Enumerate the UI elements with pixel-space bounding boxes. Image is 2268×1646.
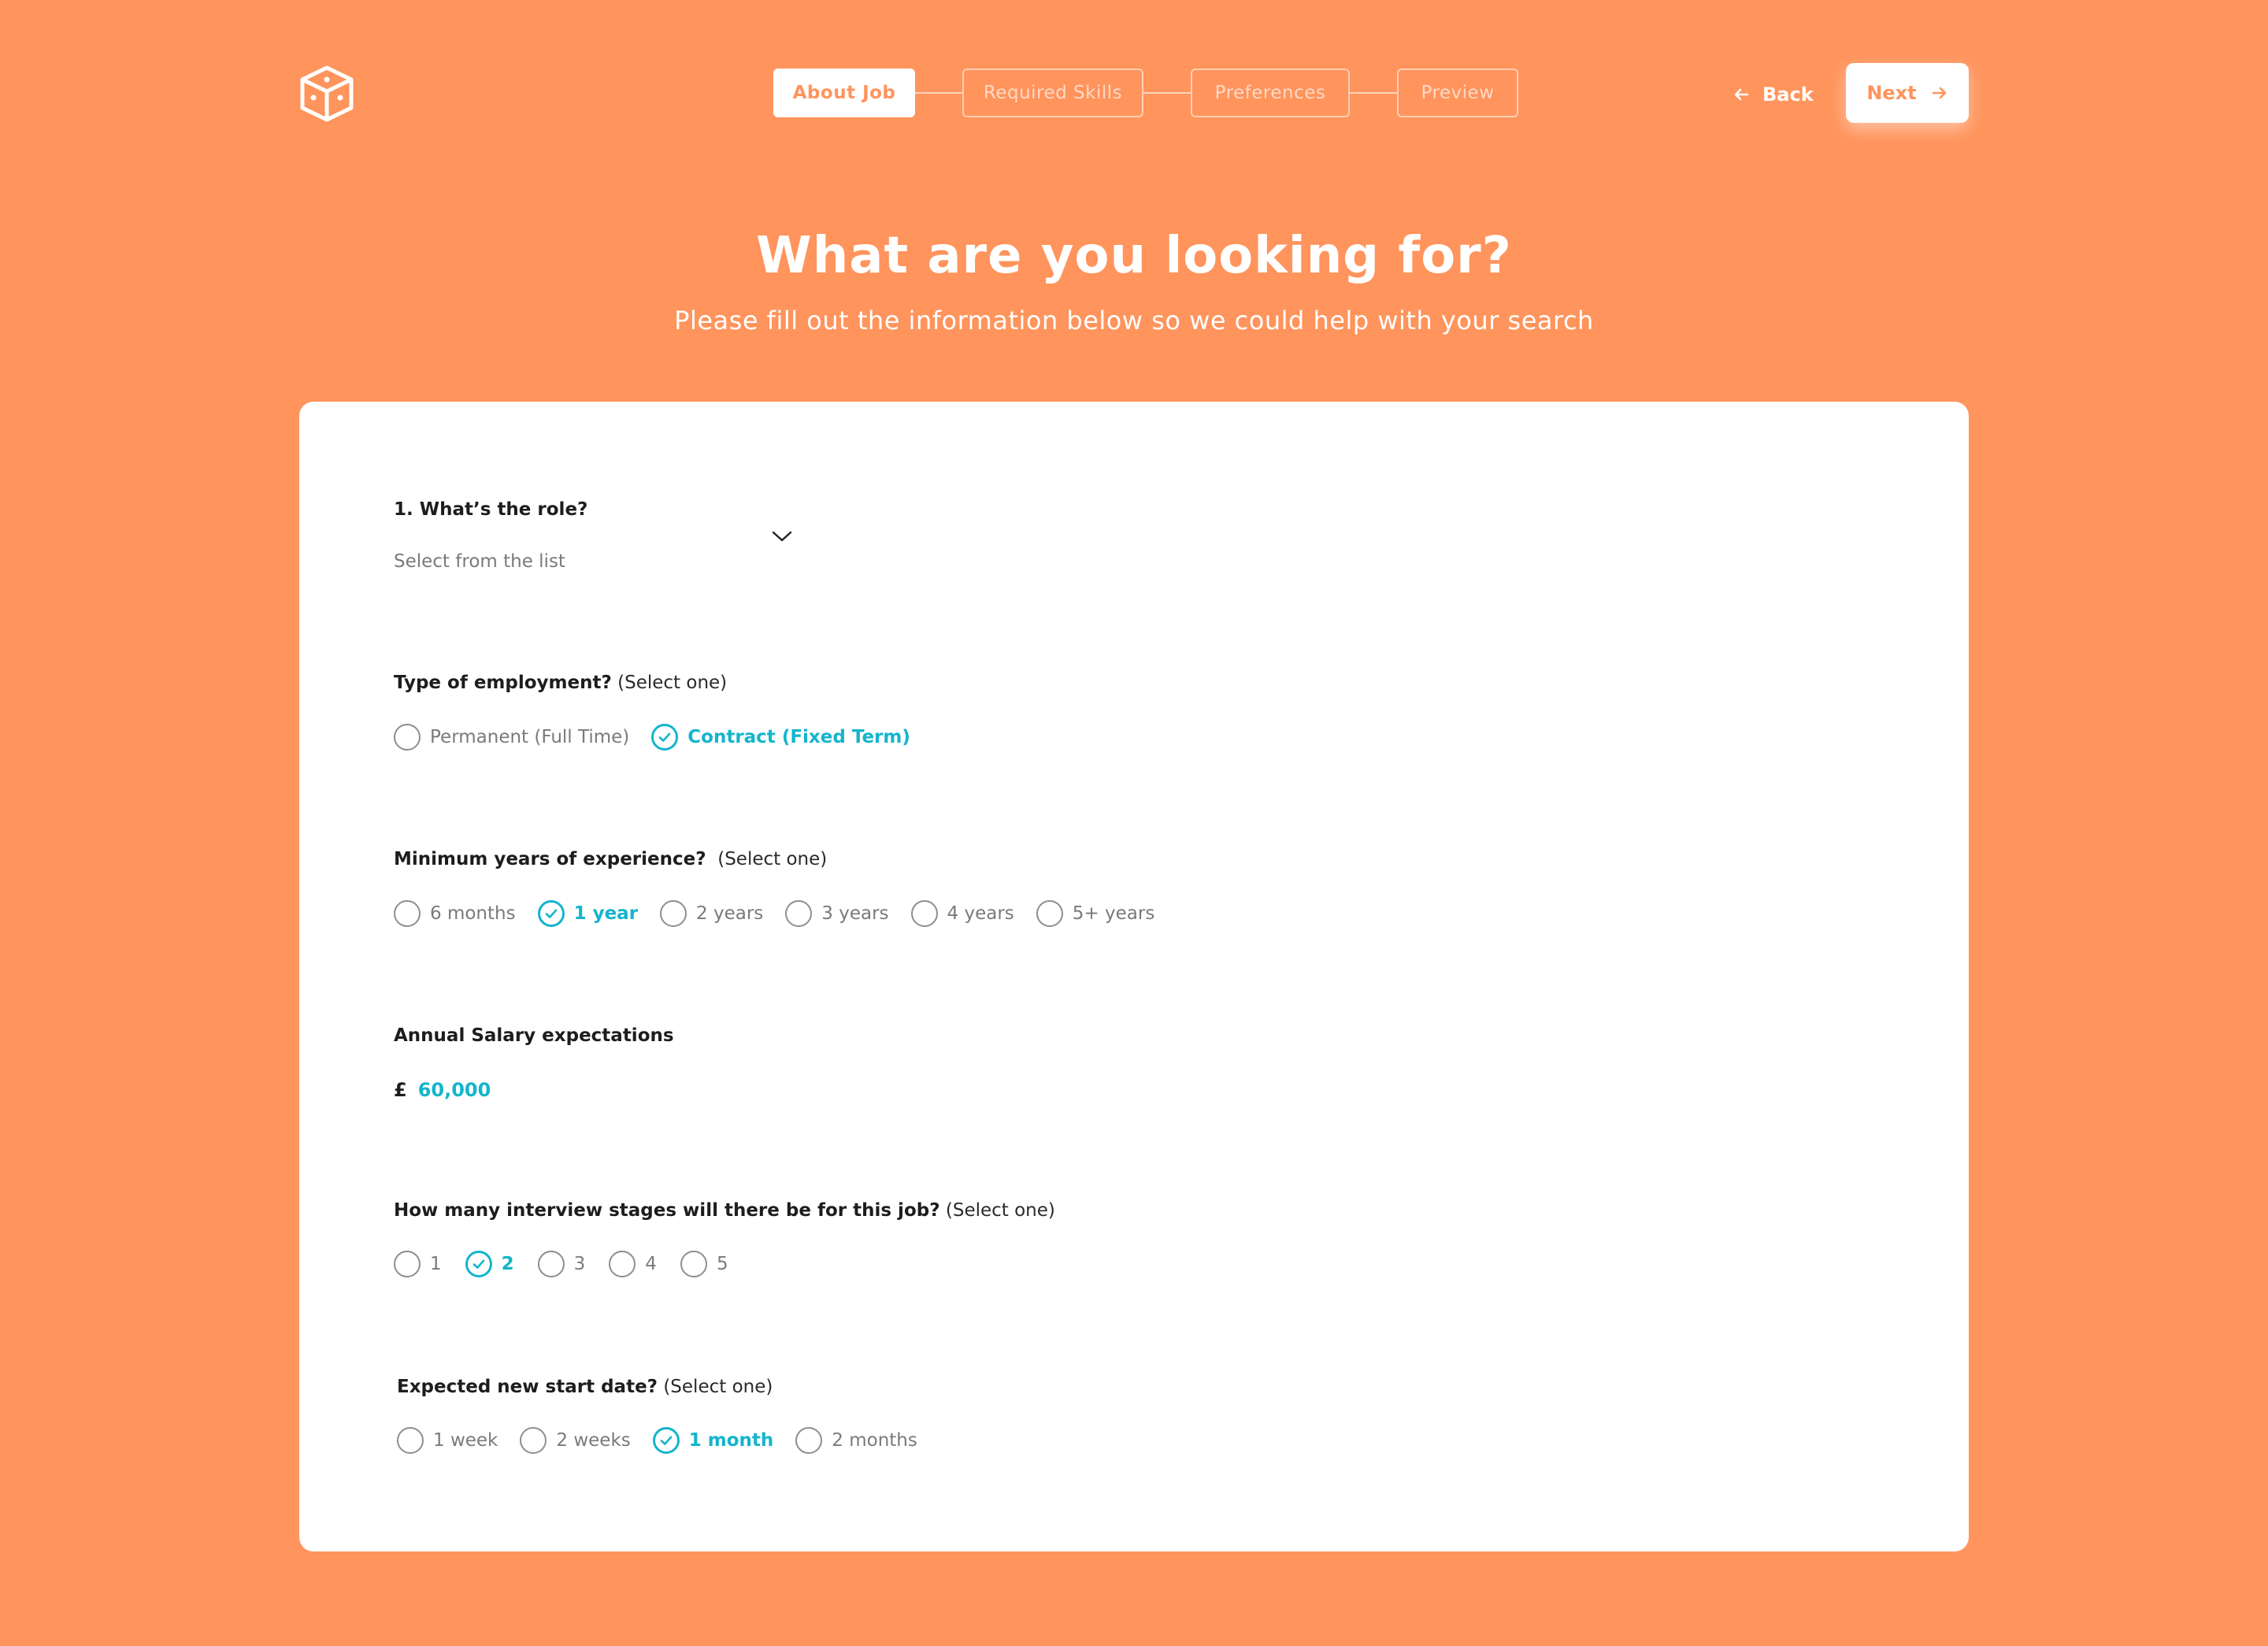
salary-question-label: Annual Salary expectations <box>394 1025 674 1046</box>
start-date-question-label: Expected new start date? (Select one) <box>397 1377 773 1397</box>
radio-stage-1[interactable]: 1 <box>394 1251 442 1277</box>
step-preferences[interactable]: Preferences <box>1191 69 1350 117</box>
step-connector <box>1143 92 1191 94</box>
radio-2-months[interactable]: 2 months <box>795 1427 917 1454</box>
radio-stage-5[interactable]: 5 <box>680 1251 728 1277</box>
radio-circle-icon <box>1036 900 1063 927</box>
radio-permanent[interactable]: Permanent (Full Time) <box>394 724 629 751</box>
role-select[interactable]: Select from the list <box>394 551 565 572</box>
employment-question-label: Type of employment? (Select one) <box>394 673 728 693</box>
radio-circle-icon <box>609 1251 636 1277</box>
next-label: Next <box>1866 82 1917 104</box>
stages-question-label: How many interview stages will there be … <box>394 1200 1055 1221</box>
arrow-right-icon <box>1932 87 1946 99</box>
radio-circle-icon <box>660 900 687 927</box>
employment-options: Permanent (Full Time) Contract (Fixed Te… <box>394 724 910 751</box>
check-circle-icon <box>465 1251 492 1277</box>
radio-5-plus-years[interactable]: 5+ years <box>1036 900 1154 927</box>
radio-4-years[interactable]: 4 years <box>910 900 1014 927</box>
radio-circle-icon <box>397 1427 424 1454</box>
experience-question-label: Minimum years of experience? (Select one… <box>394 849 828 869</box>
salary-input[interactable] <box>417 1079 607 1101</box>
page-title: What are you looking for? <box>756 227 1512 285</box>
step-about-job[interactable]: About Job <box>773 69 915 117</box>
radio-circle-icon <box>394 900 421 927</box>
radio-6-months[interactable]: 6 months <box>394 900 516 927</box>
radio-circle-icon <box>537 1251 565 1277</box>
radio-contract[interactable]: Contract (Fixed Term) <box>651 724 910 751</box>
step-preview[interactable]: Preview <box>1397 69 1518 117</box>
check-circle-icon <box>651 724 679 751</box>
check-circle-icon <box>537 900 565 927</box>
radio-2-years[interactable]: 2 years <box>660 900 763 927</box>
role-question-label: 1. What’s the role? <box>394 499 588 520</box>
start-date-options: 1 week 2 weeks 1 month 2 months <box>397 1427 917 1454</box>
radio-2-weeks[interactable]: 2 weeks <box>520 1427 631 1454</box>
next-button[interactable]: Next <box>1846 63 1969 123</box>
currency-symbol: £ <box>394 1079 407 1101</box>
check-circle-icon <box>652 1427 680 1454</box>
radio-circle-icon <box>394 1251 421 1277</box>
radio-circle-icon <box>394 724 421 751</box>
salary-field: £ <box>394 1079 607 1101</box>
radio-circle-icon <box>680 1251 707 1277</box>
radio-stage-2[interactable]: 2 <box>465 1251 514 1277</box>
radio-circle-icon <box>520 1427 547 1454</box>
radio-1-week[interactable]: 1 week <box>397 1427 498 1454</box>
radio-1-month[interactable]: 1 month <box>652 1427 773 1454</box>
radio-circle-icon <box>785 900 813 927</box>
logo-dice-icon[interactable] <box>298 65 356 123</box>
chevron-down-icon[interactable] <box>770 525 794 548</box>
radio-stage-4[interactable]: 4 <box>609 1251 657 1277</box>
radio-1-year[interactable]: 1 year <box>537 900 638 927</box>
progress-stepper: About Job Required Skills Preferences Pr… <box>773 69 1518 117</box>
step-connector <box>1350 92 1397 94</box>
step-connector <box>915 92 962 94</box>
experience-options: 6 months 1 year 2 years 3 years 4 years … <box>394 900 1154 927</box>
radio-3-years[interactable]: 3 years <box>785 900 889 927</box>
back-label: Back <box>1762 83 1814 106</box>
form-card: 1. What’s the role? Select from the list… <box>299 402 1969 1551</box>
stages-options: 1 2 3 4 5 <box>394 1251 728 1277</box>
arrow-left-icon <box>1734 88 1749 101</box>
radio-circle-icon <box>795 1427 823 1454</box>
page-subtitle: Please fill out the information below so… <box>674 306 1594 336</box>
step-required-skills[interactable]: Required Skills <box>962 69 1143 117</box>
back-button[interactable]: Back <box>1732 77 1814 112</box>
radio-circle-icon <box>910 900 938 927</box>
radio-stage-3[interactable]: 3 <box>537 1251 585 1277</box>
